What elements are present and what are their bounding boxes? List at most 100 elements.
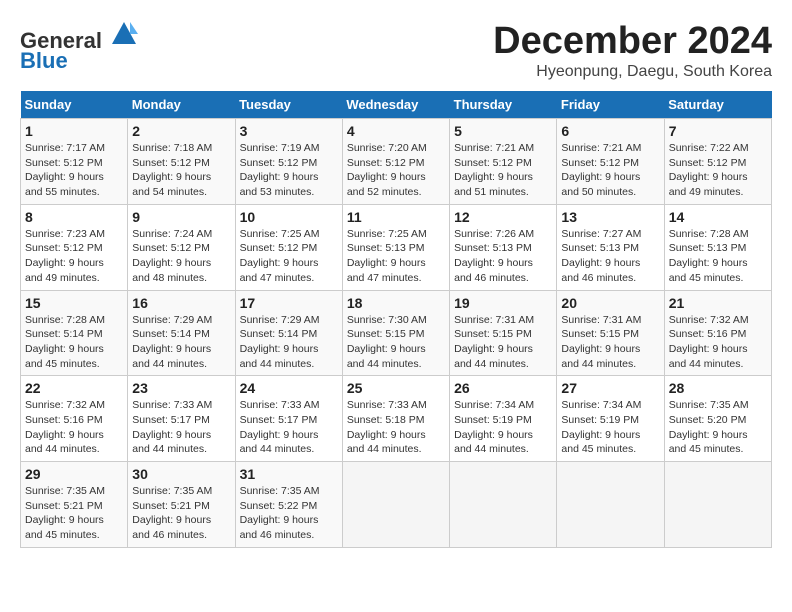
day-cell-6: 6Sunrise: 7:21 AM Sunset: 5:12 PM Daylig… [557,119,664,205]
day-number: 20 [561,295,659,311]
title-area: December 2024 Hyeonpung, Daegu, South Ko… [493,20,772,81]
day-info: Sunrise: 7:29 AM Sunset: 5:14 PM Dayligh… [240,313,338,372]
day-number: 14 [669,209,767,225]
day-cell-14: 14 Sunrise: 7:28 AM Sunset: 5:13 PM Dayli… [664,204,771,290]
day-info: Sunrise: 7:33 AM Sunset: 5:17 PM Dayligh… [132,398,230,457]
day-cell-31: 31 Sunrise: 7:35 AM Sunset: 5:22 PM Dayli… [235,462,342,548]
day-number: 21 [669,295,767,311]
day-info: Sunrise: 7:23 AM Sunset: 5:12 PM Dayligh… [25,227,123,286]
day-info: Sunrise: 7:32 AM Sunset: 5:16 PM Dayligh… [25,398,123,457]
day-cell-9: 9 Sunrise: 7:24 AM Sunset: 5:12 PM Daylig… [128,204,235,290]
day-cell-4: 4 Sunrise: 7:20 AM Sunset: 5:12 PM Daylig… [342,119,449,205]
weekday-header-friday: Friday [557,91,664,119]
day-cell-22: 22 Sunrise: 7:32 AM Sunset: 5:16 PM Dayli… [21,376,128,462]
day-info: Sunrise: 7:25 AM Sunset: 5:12 PM Dayligh… [240,227,338,286]
day-info: Sunrise: 7:33 AM Sunset: 5:17 PM Dayligh… [240,398,338,457]
day-number: 8 [25,209,123,225]
weekday-header-wednesday: Wednesday [342,91,449,119]
day-number: 30 [132,466,230,482]
day-info: Sunrise: 7:31 AM Sunset: 5:15 PM Dayligh… [454,313,552,372]
day-info: Sunrise: 7:31 AM Sunset: 5:15 PM Dayligh… [561,313,659,372]
day-info: Sunrise: 7:26 AM Sunset: 5:13 PM Dayligh… [454,227,552,286]
day-number: 27 [561,380,659,396]
day-number: 15 [25,295,123,311]
header-area: General Blue December 2024 Hyeonpung, Da… [20,20,772,81]
day-info: Sunrise: 7:34 AM Sunset: 5:19 PM Dayligh… [561,398,659,457]
day-number: 19 [454,295,552,311]
calendar-week-3: 15 Sunrise: 7:28 AM Sunset: 5:14 PM Dayli… [21,290,772,376]
weekday-header-row: SundayMondayTuesdayWednesdayThursdayFrid… [21,91,772,119]
day-info: Sunrise: 7:30 AM Sunset: 5:15 PM Dayligh… [347,313,445,372]
day-info: Sunrise: 7:34 AM Sunset: 5:19 PM Dayligh… [454,398,552,457]
weekday-header-monday: Monday [128,91,235,119]
day-number: 24 [240,380,338,396]
day-info: Sunrise: 7:33 AM Sunset: 5:18 PM Dayligh… [347,398,445,457]
day-info: Sunrise: 7:19 AM Sunset: 5:12 PM Dayligh… [240,141,338,200]
day-number: 23 [132,380,230,396]
calendar-week-1: 1Sunrise: 7:17 AM Sunset: 5:12 PM Daylig… [21,119,772,205]
day-number: 12 [454,209,552,225]
day-info: Sunrise: 7:21 AM Sunset: 5:12 PM Dayligh… [454,141,552,200]
day-info: Sunrise: 7:18 AM Sunset: 5:12 PM Dayligh… [132,141,230,200]
day-info: Sunrise: 7:27 AM Sunset: 5:13 PM Dayligh… [561,227,659,286]
weekday-header-sunday: Sunday [21,91,128,119]
day-cell-2: 2 Sunrise: 7:18 AM Sunset: 5:12 PM Daylig… [128,119,235,205]
logo: General Blue [20,20,138,73]
day-number: 11 [347,209,445,225]
day-number: 28 [669,380,767,396]
calendar-week-2: 8 Sunrise: 7:23 AM Sunset: 5:12 PM Daylig… [21,204,772,290]
day-cell-7: 7Sunrise: 7:22 AM Sunset: 5:12 PM Daylig… [664,119,771,205]
day-cell-5: 5 Sunrise: 7:21 AM Sunset: 5:12 PM Daylig… [450,119,557,205]
weekday-header-saturday: Saturday [664,91,771,119]
logo-blue-text: Blue [20,48,68,73]
day-cell-3: 3Sunrise: 7:19 AM Sunset: 5:12 PM Daylig… [235,119,342,205]
day-info: Sunrise: 7:21 AM Sunset: 5:12 PM Dayligh… [561,141,659,200]
day-cell-17: 17Sunrise: 7:29 AM Sunset: 5:14 PM Dayli… [235,290,342,376]
day-cell-30: 30 Sunrise: 7:35 AM Sunset: 5:21 PM Dayli… [128,462,235,548]
location: Hyeonpung, Daegu, South Korea [493,63,772,81]
day-cell-10: 10 Sunrise: 7:25 AM Sunset: 5:12 PM Dayli… [235,204,342,290]
day-number: 5 [454,123,552,139]
day-number: 2 [132,123,230,139]
weekday-header-tuesday: Tuesday [235,91,342,119]
day-number: 31 [240,466,338,482]
month-title: December 2024 [493,20,772,63]
day-cell-23: 23 Sunrise: 7:33 AM Sunset: 5:17 PM Dayli… [128,376,235,462]
weekday-header-thursday: Thursday [450,91,557,119]
day-info: Sunrise: 7:35 AM Sunset: 5:20 PM Dayligh… [669,398,767,457]
day-number: 22 [25,380,123,396]
day-info: Sunrise: 7:28 AM Sunset: 5:13 PM Dayligh… [669,227,767,286]
day-info: Sunrise: 7:17 AM Sunset: 5:12 PM Dayligh… [25,141,123,200]
day-info: Sunrise: 7:28 AM Sunset: 5:14 PM Dayligh… [25,313,123,372]
day-cell-15: 15 Sunrise: 7:28 AM Sunset: 5:14 PM Dayli… [21,290,128,376]
logo-icon [110,20,138,48]
day-info: Sunrise: 7:35 AM Sunset: 5:22 PM Dayligh… [240,484,338,543]
day-cell-29: 29Sunrise: 7:35 AM Sunset: 5:21 PM Dayli… [21,462,128,548]
day-number: 4 [347,123,445,139]
day-cell-25: 25Sunrise: 7:33 AM Sunset: 5:18 PM Dayli… [342,376,449,462]
day-number: 9 [132,209,230,225]
empty-cell [557,462,664,548]
day-info: Sunrise: 7:32 AM Sunset: 5:16 PM Dayligh… [669,313,767,372]
day-cell-26: 26 Sunrise: 7:34 AM Sunset: 5:19 PM Dayli… [450,376,557,462]
day-cell-1: 1Sunrise: 7:17 AM Sunset: 5:12 PM Daylig… [21,119,128,205]
day-cell-19: 19 Sunrise: 7:31 AM Sunset: 5:15 PM Dayli… [450,290,557,376]
day-cell-27: 27 Sunrise: 7:34 AM Sunset: 5:19 PM Dayli… [557,376,664,462]
day-cell-20: 20 Sunrise: 7:31 AM Sunset: 5:15 PM Dayli… [557,290,664,376]
day-cell-18: 18 Sunrise: 7:30 AM Sunset: 5:15 PM Dayli… [342,290,449,376]
day-number: 26 [454,380,552,396]
day-cell-21: 21 Sunrise: 7:32 AM Sunset: 5:16 PM Dayli… [664,290,771,376]
empty-cell [664,462,771,548]
day-info: Sunrise: 7:29 AM Sunset: 5:14 PM Dayligh… [132,313,230,372]
day-number: 18 [347,295,445,311]
day-info: Sunrise: 7:24 AM Sunset: 5:12 PM Dayligh… [132,227,230,286]
day-info: Sunrise: 7:20 AM Sunset: 5:12 PM Dayligh… [347,141,445,200]
day-number: 10 [240,209,338,225]
day-info: Sunrise: 7:25 AM Sunset: 5:13 PM Dayligh… [347,227,445,286]
day-info: Sunrise: 7:35 AM Sunset: 5:21 PM Dayligh… [25,484,123,543]
empty-cell [342,462,449,548]
day-cell-13: 13Sunrise: 7:27 AM Sunset: 5:13 PM Dayli… [557,204,664,290]
day-cell-16: 16Sunrise: 7:29 AM Sunset: 5:14 PM Dayli… [128,290,235,376]
day-info: Sunrise: 7:35 AM Sunset: 5:21 PM Dayligh… [132,484,230,543]
day-cell-11: 11 Sunrise: 7:25 AM Sunset: 5:13 PM Dayli… [342,204,449,290]
